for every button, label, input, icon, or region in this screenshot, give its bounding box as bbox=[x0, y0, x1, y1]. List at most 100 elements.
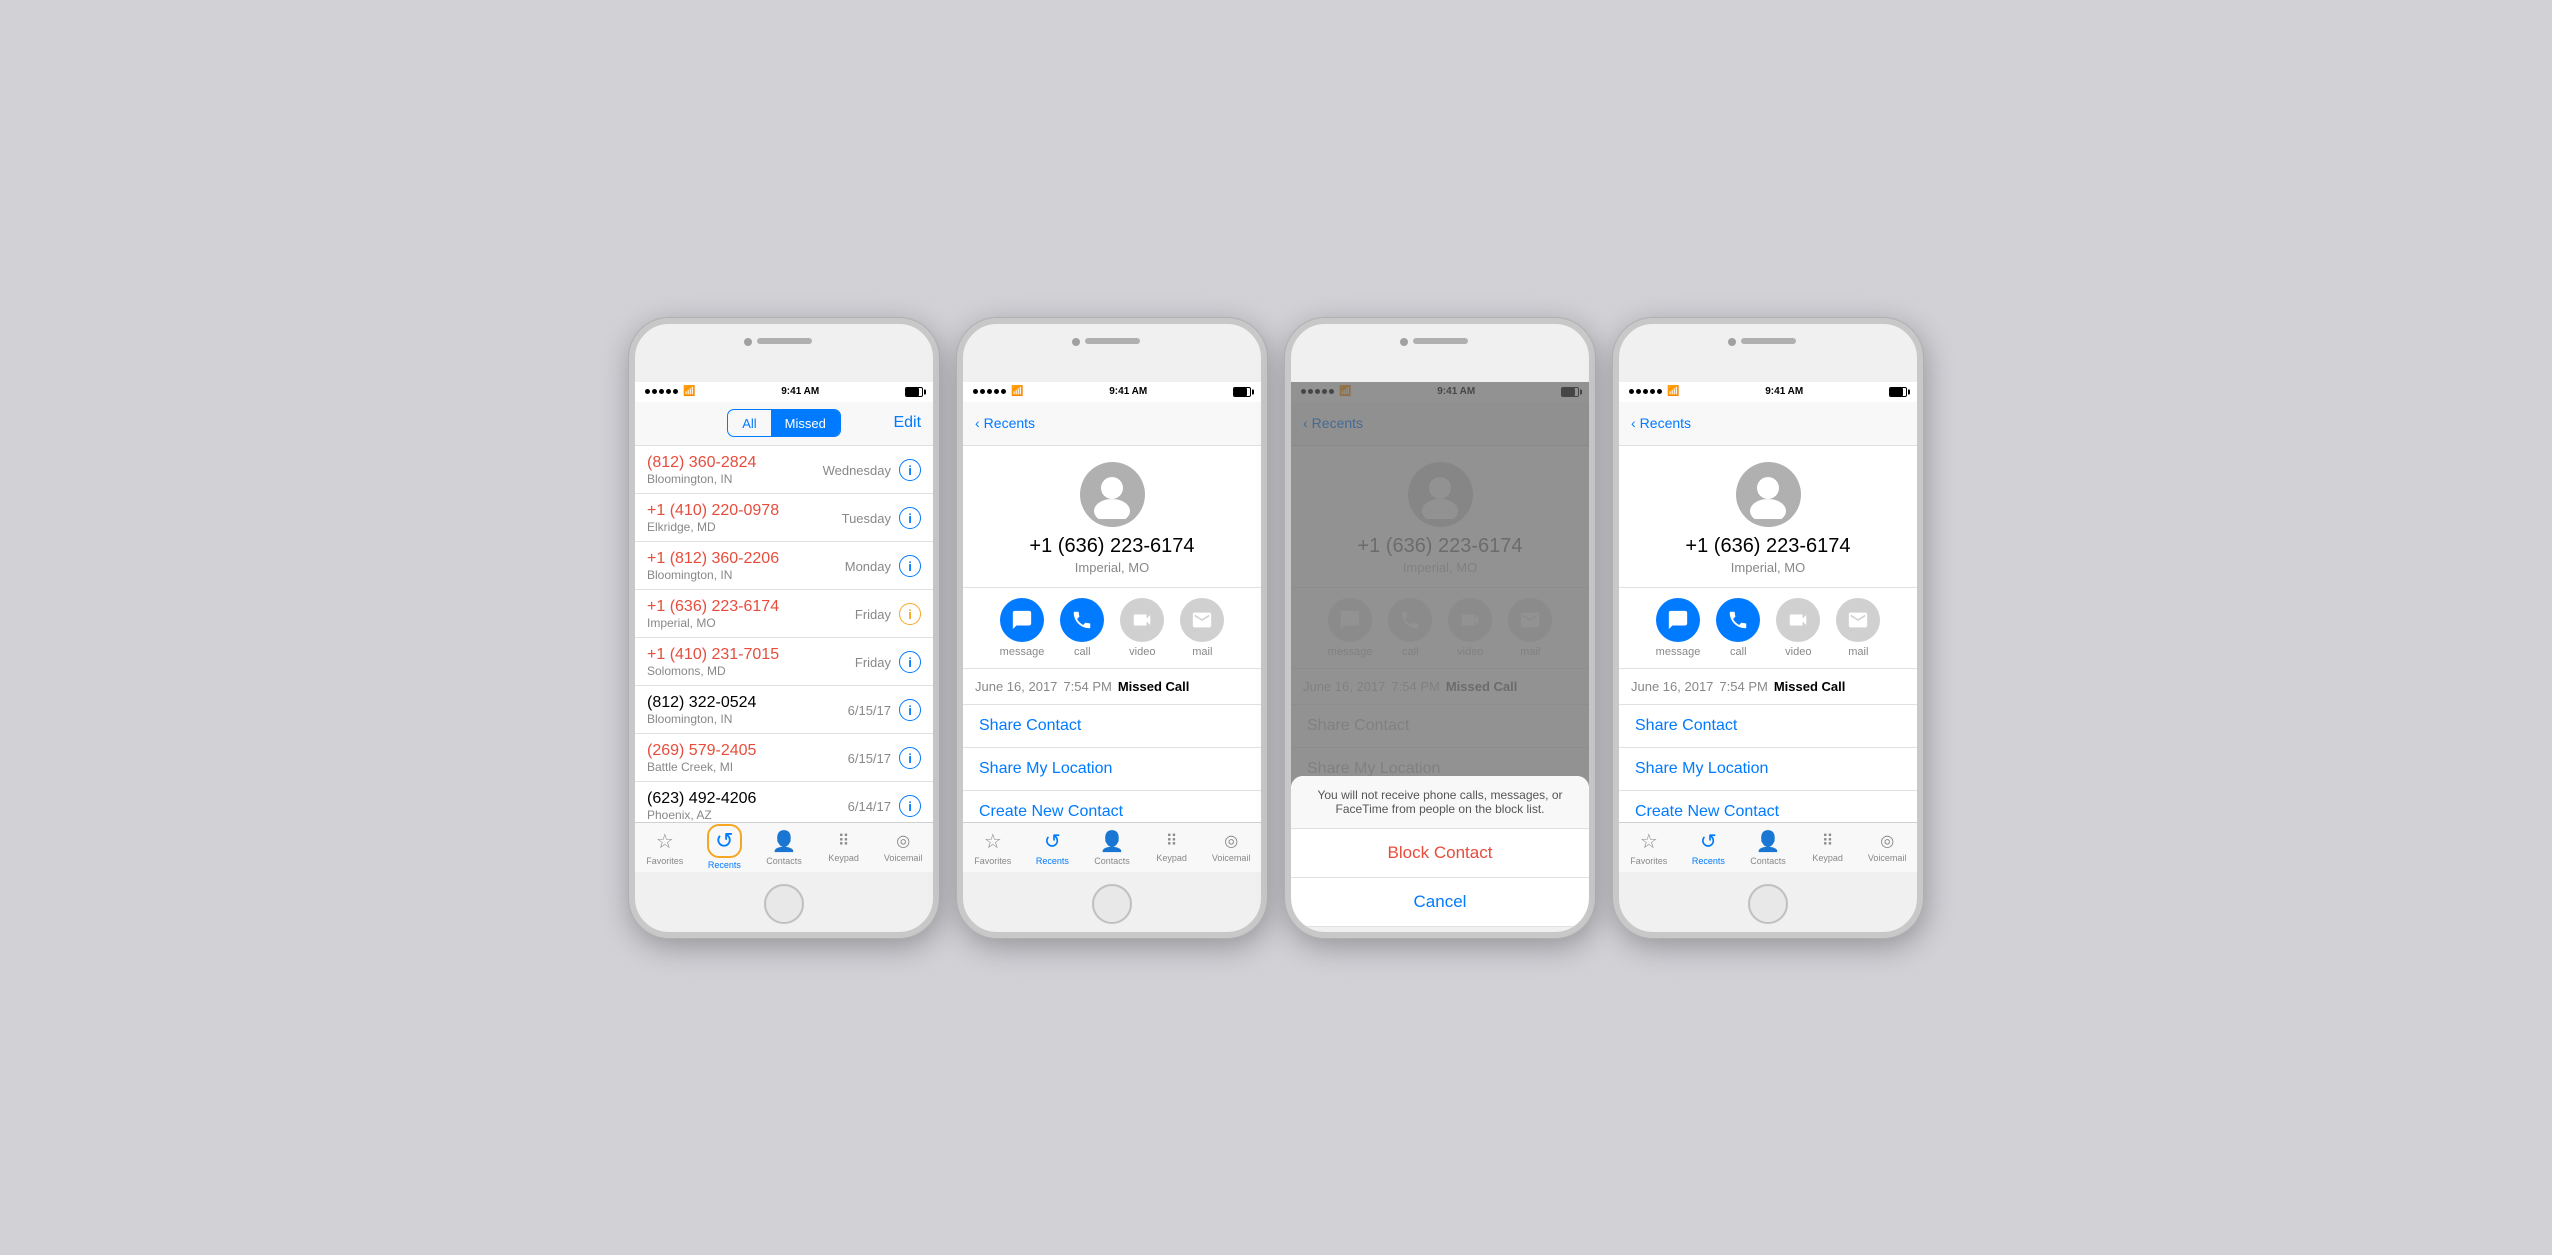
tab-voicemail-4[interactable]: ◎ Voicemail bbox=[1857, 831, 1917, 863]
recents-date-7: 6/14/17 bbox=[848, 799, 891, 814]
action-mail-4[interactable]: mail bbox=[1836, 598, 1880, 658]
recents-item-1[interactable]: +1 (410) 220-0978 Elkridge, MD Tuesday i bbox=[635, 494, 933, 542]
mail-icon-2 bbox=[1180, 598, 1224, 642]
favorites-icon-1: ☆ bbox=[656, 829, 674, 854]
action-mail-2[interactable]: mail bbox=[1180, 598, 1224, 658]
share-location-2[interactable]: Share My Location bbox=[963, 748, 1261, 791]
tab-contacts-4[interactable]: 👤 Contacts bbox=[1738, 829, 1798, 866]
recents-item-4[interactable]: +1 (410) 231-7015 Solomons, MD Friday i bbox=[635, 638, 933, 686]
detail-view-2: +1 (636) 223-6174 Imperial, MO message bbox=[963, 446, 1261, 822]
recents-name-6: (269) 579-2405 bbox=[647, 742, 756, 760]
tab-favorites-2[interactable]: ☆ Favorites bbox=[963, 829, 1023, 866]
recents-item-6[interactable]: (269) 579-2405 Battle Creek, MI 6/15/17 … bbox=[635, 734, 933, 782]
tab-voicemail-2[interactable]: ◎ Voicemail bbox=[1201, 831, 1261, 863]
cancel-button-3[interactable]: Cancel bbox=[1291, 878, 1589, 927]
recents-date-1: Tuesday bbox=[842, 511, 891, 526]
recents-name-1: +1 (410) 220-0978 bbox=[647, 502, 779, 520]
info-btn-2[interactable]: i bbox=[899, 555, 921, 577]
recents-item-2[interactable]: +1 (812) 360-2206 Bloomington, IN Monday… bbox=[635, 542, 933, 590]
action-sheet-3: You will not receive phone calls, messag… bbox=[1291, 776, 1589, 927]
back-button-4[interactable]: ‹ Recents bbox=[1631, 415, 1691, 431]
info-btn-6[interactable]: i bbox=[899, 747, 921, 769]
action-call-4[interactable]: call bbox=[1716, 598, 1760, 658]
action-message-4[interactable]: message bbox=[1656, 598, 1701, 658]
video-icon-2 bbox=[1120, 598, 1164, 642]
tab-contacts-2[interactable]: 👤 Contacts bbox=[1082, 829, 1142, 866]
tab-recents-2[interactable]: ↺ Recents bbox=[1023, 829, 1083, 866]
phones-container: 📶 9:41 AM All Missed Edit bbox=[629, 318, 1923, 938]
wifi-icon-1: 📶 bbox=[683, 386, 695, 397]
contact-number-4: +1 (636) 223-6174 bbox=[1685, 535, 1850, 558]
tab-recents-1[interactable]: ↺ Recents bbox=[695, 824, 755, 870]
tab-recents-4[interactable]: ↺ Recents bbox=[1679, 829, 1739, 866]
tab-keypad-1[interactable]: ⠿ Keypad bbox=[814, 831, 874, 863]
recents-date-5: 6/15/17 bbox=[848, 703, 891, 718]
tab-voicemail-1[interactable]: ◎ Voicemail bbox=[873, 831, 933, 863]
status-bar-2: 📶 9:41 AM bbox=[963, 382, 1261, 402]
contacts-label-1: Contacts bbox=[766, 856, 802, 866]
home-button-4[interactable] bbox=[1748, 884, 1788, 924]
battery-1 bbox=[905, 387, 923, 397]
recents-sub-6: Battle Creek, MI bbox=[647, 760, 756, 774]
camera-3 bbox=[1400, 338, 1408, 346]
phone-4: 📶 9:41 AM ‹ Recents bbox=[1613, 318, 1923, 938]
keypad-icon-1: ⠿ bbox=[838, 831, 850, 851]
status-time-4: 9:41 AM bbox=[1765, 386, 1803, 397]
action-message-2[interactable]: message bbox=[1000, 598, 1045, 658]
create-contact-4[interactable]: Create New Contact bbox=[1619, 791, 1917, 822]
tab-favorites-1[interactable]: ☆ Favorites bbox=[635, 829, 695, 866]
mail-icon-4 bbox=[1836, 598, 1880, 642]
seg-missed[interactable]: Missed bbox=[771, 410, 840, 436]
action-call-2[interactable]: call bbox=[1060, 598, 1104, 658]
info-btn-1[interactable]: i bbox=[899, 507, 921, 529]
info-btn-7[interactable]: i bbox=[899, 795, 921, 817]
back-label-4: Recents bbox=[1640, 415, 1691, 431]
recents-sub-1: Elkridge, MD bbox=[647, 520, 779, 534]
tab-keypad-4[interactable]: ⠿ Keypad bbox=[1798, 831, 1858, 863]
home-button-1[interactable] bbox=[764, 884, 804, 924]
status-time-1: 9:41 AM bbox=[781, 386, 819, 397]
seg-all[interactable]: All bbox=[728, 410, 770, 436]
call-icon-2 bbox=[1060, 598, 1104, 642]
segmented-control-1[interactable]: All Missed bbox=[727, 409, 841, 437]
info-btn-3-highlighted[interactable]: i bbox=[899, 603, 921, 625]
share-contact-2[interactable]: Share Contact bbox=[963, 705, 1261, 748]
detail-view-4: +1 (636) 223-6174 Imperial, MO message bbox=[1619, 446, 1917, 822]
action-video-4[interactable]: video bbox=[1776, 598, 1820, 658]
tab-contacts-1[interactable]: 👤 Contacts bbox=[754, 829, 814, 866]
contact-header-4: +1 (636) 223-6174 Imperial, MO bbox=[1619, 446, 1917, 588]
block-contact-button-3[interactable]: Block Contact bbox=[1291, 829, 1589, 878]
action-sheet-message-3: You will not receive phone calls, messag… bbox=[1291, 776, 1589, 829]
info-btn-0[interactable]: i bbox=[899, 459, 921, 481]
call-info-4: June 16, 2017 7:54 PM Missed Call bbox=[1619, 669, 1917, 705]
recents-item-5[interactable]: (812) 322-0524 Bloomington, IN 6/15/17 i bbox=[635, 686, 933, 734]
back-chevron-4: ‹ bbox=[1631, 415, 1636, 431]
nav-bar-2: ‹ Recents bbox=[963, 402, 1261, 446]
action-video-2[interactable]: video bbox=[1120, 598, 1164, 658]
home-button-2[interactable] bbox=[1092, 884, 1132, 924]
tab-keypad-2[interactable]: ⠿ Keypad bbox=[1142, 831, 1202, 863]
share-contact-4[interactable]: Share Contact bbox=[1619, 705, 1917, 748]
message-icon-2 bbox=[1000, 598, 1044, 642]
recents-item-0[interactable]: (812) 360-2824 Bloomington, IN Wednesday… bbox=[635, 446, 933, 494]
tab-favorites-4[interactable]: ☆ Favorites bbox=[1619, 829, 1679, 866]
recents-sub-5: Bloomington, IN bbox=[647, 712, 756, 726]
contact-location-2: Imperial, MO bbox=[1075, 560, 1149, 575]
back-button-2[interactable]: ‹ Recents bbox=[975, 415, 1035, 431]
contact-header-2: +1 (636) 223-6174 Imperial, MO bbox=[963, 446, 1261, 588]
share-location-4[interactable]: Share My Location bbox=[1619, 748, 1917, 791]
recents-item-3[interactable]: +1 (636) 223-6174 Imperial, MO Friday i bbox=[635, 590, 933, 638]
phone-1: 📶 9:41 AM All Missed Edit bbox=[629, 318, 939, 938]
message-label-2: message bbox=[1000, 646, 1045, 658]
recents-name-4: +1 (410) 231-7015 bbox=[647, 646, 779, 664]
create-contact-2[interactable]: Create New Contact bbox=[963, 791, 1261, 822]
info-btn-4[interactable]: i bbox=[899, 651, 921, 673]
info-btn-5[interactable]: i bbox=[899, 699, 921, 721]
tab-bar-1: ☆ Favorites ↺ Recents 👤 Contacts ⠿ Keypa… bbox=[635, 822, 933, 872]
edit-button-1[interactable]: Edit bbox=[893, 414, 921, 432]
recents-sub-0: Bloomington, IN bbox=[647, 472, 756, 486]
camera-1 bbox=[744, 338, 752, 346]
phone-top-bar-4 bbox=[1619, 324, 1917, 384]
recents-item-7[interactable]: (623) 492-4206 Phoenix, AZ 6/14/17 i bbox=[635, 782, 933, 822]
call-icon-4 bbox=[1716, 598, 1760, 642]
